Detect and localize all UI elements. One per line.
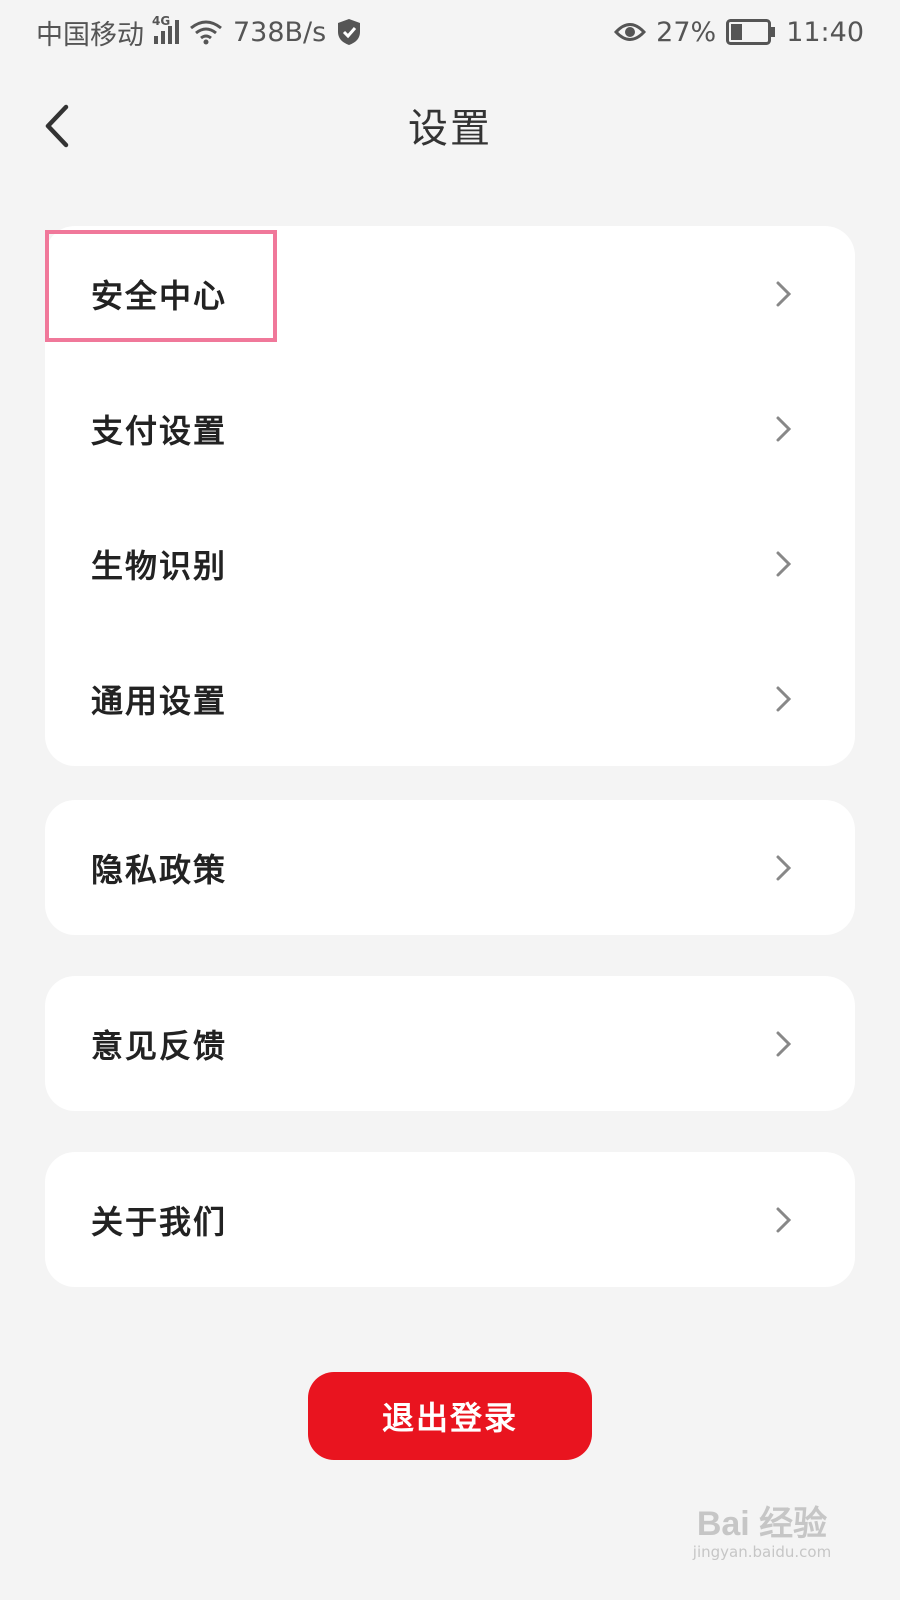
settings-item-label: 隐私政策 (91, 850, 228, 889)
network-speed: 738B/s (233, 16, 327, 48)
highlight-box (45, 230, 277, 342)
settings-group-about: 关于我们 (45, 1152, 855, 1287)
settings-item-label: 关于我们 (91, 1202, 228, 1241)
status-bar: 中国移动 4G 738B/s 27% 11:40 (0, 0, 900, 64)
settings-item-privacy-policy[interactable]: 隐私政策 (45, 800, 855, 935)
status-bar-left: 中国移动 4G 738B/s (36, 13, 362, 52)
back-button[interactable] (32, 98, 82, 154)
settings-group-privacy: 隐私政策 (45, 800, 855, 935)
eye-icon (614, 23, 647, 41)
settings-item-security-center[interactable]: 安全中心 (45, 226, 855, 361)
chevron-right-icon (776, 281, 792, 306)
settings-item-feedback[interactable]: 意见反馈 (45, 976, 855, 1111)
chevron-right-icon (776, 416, 792, 441)
status-bar-right: 27% 11:40 (614, 17, 864, 48)
settings-item-label: 支付设置 (91, 411, 228, 450)
watermark: Bai 经验 jingyan.baidu.com (672, 1496, 852, 1586)
battery-icon (726, 19, 776, 45)
chevron-left-icon (45, 104, 69, 148)
wifi-icon (190, 20, 222, 45)
settings-item-payment[interactable]: 支付设置 (45, 361, 855, 496)
chevron-right-icon (776, 1031, 792, 1056)
chevron-right-icon (776, 551, 792, 576)
settings-group-feedback: 意见反馈 (45, 976, 855, 1111)
watermark-url: jingyan.baidu.com (692, 1543, 832, 1561)
logout-button[interactable]: 退出登录 (308, 1372, 592, 1460)
battery-percent: 27% (656, 16, 717, 48)
settings-group-main: 安全中心 支付设置 生物识别 通用设置 (45, 226, 855, 766)
settings-item-label: 通用设置 (91, 681, 228, 720)
shield-icon (338, 19, 361, 45)
settings-item-biometrics[interactable]: 生物识别 (45, 496, 855, 631)
page-title: 设置 (408, 106, 492, 152)
chevron-right-icon (776, 855, 792, 880)
chevron-right-icon (776, 686, 792, 711)
chevron-right-icon (776, 1207, 792, 1232)
settings-item-about-us[interactable]: 关于我们 (45, 1152, 855, 1287)
carrier-name: 中国移动 (36, 19, 144, 51)
settings-item-general[interactable]: 通用设置 (45, 631, 855, 766)
settings-item-label: 生物识别 (91, 546, 228, 585)
signal-icon: 4G (152, 14, 179, 44)
settings-item-label: 意见反馈 (91, 1026, 228, 1065)
clock: 11:40 (786, 16, 864, 48)
network-tag: 4G (152, 14, 171, 28)
top-bar: 设置 (0, 80, 900, 170)
watermark-logo: Bai 经验 (696, 1505, 828, 1543)
